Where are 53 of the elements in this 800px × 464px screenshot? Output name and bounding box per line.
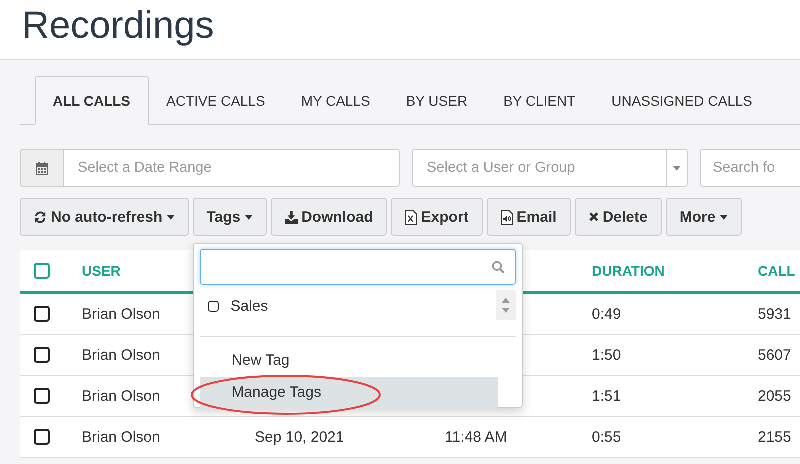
menu-item[interactable]: New Tag (200, 345, 498, 377)
call-cell: 5607 (758, 346, 792, 364)
duration-cell: 1:50 (592, 346, 622, 364)
user-cell: Brian Olson (82, 428, 160, 446)
user-group-field[interactable]: Select a User or Group (412, 149, 667, 187)
row-checkbox[interactable] (34, 347, 50, 363)
tag-search-field[interactable] (200, 249, 516, 285)
menu-item[interactable]: Manage Tags (200, 377, 498, 409)
download-icon (284, 210, 298, 224)
caret-icon (673, 166, 681, 170)
tab[interactable]: ACTIVE CALLS (148, 76, 284, 125)
toolbar-button[interactable]: Export (391, 198, 483, 236)
tab[interactable]: BY USER (388, 76, 486, 125)
toolbar-button[interactable]: Delete (574, 198, 662, 236)
duration-cell: 0:49 (592, 306, 622, 322)
audio-file-icon (500, 210, 513, 224)
page-title: Recordings (21, 4, 214, 49)
call-cell: 5931 (758, 306, 792, 322)
calendar-icon (36, 162, 48, 174)
excel-file-icon (405, 210, 418, 224)
user-cell: Brian Olson (82, 306, 160, 322)
row-checkbox[interactable] (34, 429, 50, 445)
user-cell: Brian Olson (82, 346, 160, 364)
tag-option[interactable]: Sales (200, 290, 496, 323)
call-cell: 2155 (758, 428, 792, 446)
row-checkbox[interactable] (34, 388, 50, 404)
tab[interactable]: MY CALLS (283, 76, 388, 125)
tab[interactable]: ALL CALLS (35, 76, 149, 125)
time-cell: 11:48 AM (445, 428, 508, 446)
scroll-down-icon[interactable] (502, 308, 510, 312)
date-cell: Sep 10, 2021 (255, 428, 344, 446)
scroll-up-icon[interactable] (502, 298, 510, 302)
tab[interactable]: UNASSIGNED CALLS (594, 76, 770, 125)
duration-cell: 1:51 (592, 388, 622, 404)
toolbar-button[interactable]: Email (486, 198, 571, 236)
date-range-field[interactable]: Select a Date Range (64, 149, 400, 187)
search-field[interactable]: Search fo (700, 149, 800, 187)
call-cell: 2055 (758, 388, 792, 404)
checkbox[interactable] (208, 301, 219, 312)
refresh-icon (34, 210, 47, 224)
user-cell: Brian Olson (82, 388, 160, 404)
toolbar-button[interactable]: More (666, 198, 742, 236)
close-icon (588, 212, 599, 222)
scrollbar[interactable] (496, 290, 516, 320)
toolbar-button[interactable]: Download (270, 198, 388, 236)
tab[interactable]: BY CLIENT (486, 76, 594, 125)
row-checkbox[interactable] (34, 306, 50, 322)
select-all-checkbox[interactable] (34, 262, 50, 278)
toolbar-button[interactable]: Tags (192, 198, 267, 236)
dropdown-button[interactable] (667, 149, 688, 187)
toolbar-button[interactable]: No auto-refresh (20, 198, 189, 236)
duration-cell: 0:55 (592, 428, 622, 446)
search-icon (492, 260, 505, 274)
